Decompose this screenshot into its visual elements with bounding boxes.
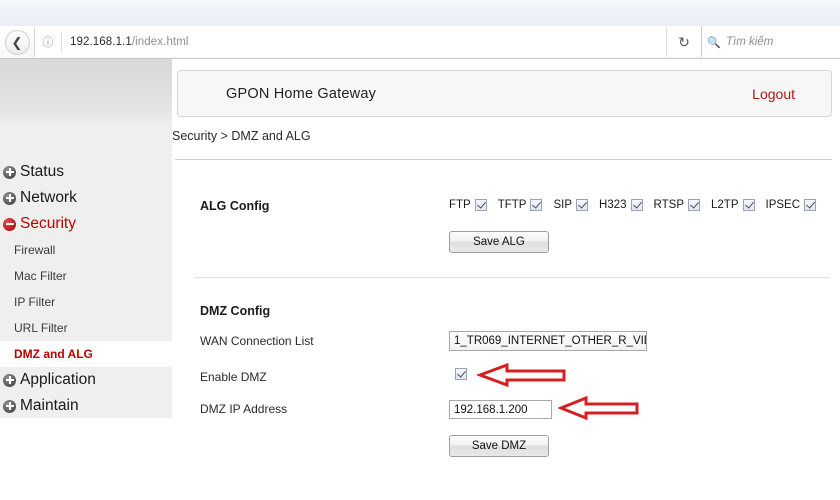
save-alg-button[interactable]: Save ALG <box>449 231 549 253</box>
alg-protocol-tftp[interactable]: TFTP <box>498 199 543 211</box>
sidebar-item-label: Security <box>20 215 76 232</box>
sidebar-item-label: Mac Filter <box>14 269 67 283</box>
alg-protocol-label: H323 <box>599 199 627 211</box>
sidebar-item-status[interactable]: Status <box>0 159 172 185</box>
url-host: 192.168.1.1 <box>70 36 132 48</box>
sidebar-item-mac-filter[interactable]: Mac Filter <box>0 263 172 289</box>
sidebar-item-ip-filter[interactable]: IP Filter <box>0 289 172 315</box>
address-bar-text: 192.168.1.1/index.html <box>62 36 189 48</box>
checkbox-enable-dmz[interactable] <box>455 368 467 380</box>
alg-protocol-checkbox-group: FTP TFTP SIP H323 RTSP L2TP IPSEC <box>449 199 817 211</box>
sidebar-item-dmz-and-alg[interactable]: DMZ and ALG <box>0 341 172 367</box>
back-button[interactable]: ❮ <box>2 27 32 57</box>
alg-protocol-label: FTP <box>449 199 471 211</box>
sidebar-item-label: Network <box>20 189 77 206</box>
enable-dmz-label: Enable DMZ <box>200 370 267 384</box>
browser-window: ❮ ⓘ 192.168.1.1/index.html ↻ 🔍 Tìm kiếm … <box>0 0 840 500</box>
wan-connection-list-value: 1_TR069_INTERNET_OTHER_R_VID_ <box>454 335 647 347</box>
address-bar[interactable]: ⓘ 192.168.1.1/index.html <box>34 27 666 57</box>
sidebar-item-url-filter[interactable]: URL Filter <box>0 315 172 341</box>
dmz-ip-address-input[interactable]: 192.168.1.200 <box>449 400 552 419</box>
sidebar-item-label: IP Filter <box>14 295 56 309</box>
alg-protocol-l2tp[interactable]: L2TP <box>711 199 755 211</box>
save-dmz-button[interactable]: Save DMZ <box>449 435 549 457</box>
alg-protocol-ipsec[interactable]: IPSEC <box>766 199 817 211</box>
sidebar-item-label: Maintain <box>20 397 79 414</box>
sidebar-item-label: Status <box>20 163 64 180</box>
alg-protocol-h323[interactable]: H323 <box>599 199 643 211</box>
info-icon[interactable]: ⓘ <box>35 34 61 50</box>
expand-plus-icon[interactable] <box>3 165 16 179</box>
alg-protocol-ftp[interactable]: FTP <box>449 199 487 211</box>
sidebar-item-firewall[interactable]: Firewall <box>0 237 172 263</box>
sidebar-item-network[interactable]: Network <box>0 185 172 211</box>
checkbox-rtsp[interactable] <box>688 199 700 211</box>
browser-tabstrip <box>0 0 840 27</box>
web-page: Status Network Security Firewall Mac Fil… <box>0 59 840 500</box>
alg-protocol-label: L2TP <box>711 199 739 211</box>
page-title: GPON Home Gateway <box>226 85 377 102</box>
dmz-ip-address-label: DMZ IP Address <box>200 402 288 416</box>
expand-plus-icon[interactable] <box>3 399 16 413</box>
section-divider <box>194 277 830 278</box>
expand-plus-icon[interactable] <box>3 373 16 387</box>
sidebar-item-maintain[interactable]: Maintain <box>0 393 172 419</box>
alg-protocol-rtsp[interactable]: RTSP <box>654 199 700 211</box>
collapse-minus-icon[interactable] <box>3 217 16 231</box>
reload-icon[interactable]: ↻ <box>666 27 701 57</box>
sidebar-item-label: DMZ and ALG <box>14 347 93 361</box>
sidebar-item-application[interactable]: Application <box>0 367 172 393</box>
alg-protocol-label: RTSP <box>653 199 684 211</box>
wan-connection-list-select[interactable]: 1_TR069_INTERNET_OTHER_R_VID_ ▼ <box>449 331 647 351</box>
checkbox-ipsec[interactable] <box>804 199 817 211</box>
alg-config-title: ALG Config <box>200 199 270 213</box>
search-icon: 🔍 <box>707 36 721 49</box>
sidebar-item-list: Status Network Security Firewall Mac Fil… <box>0 159 172 419</box>
logout-link[interactable]: Logout <box>752 86 831 102</box>
search-input-placeholder[interactable]: Tìm kiếm <box>726 36 773 48</box>
alg-protocol-label: TFTP <box>497 199 527 211</box>
checkbox-tftp[interactable] <box>530 199 543 211</box>
left-arrow-annotation-enable-dmz <box>477 363 566 387</box>
checkbox-h323[interactable] <box>630 199 643 211</box>
expand-plus-icon[interactable] <box>3 191 16 205</box>
browser-toolbar: ❮ ⓘ 192.168.1.1/index.html ↻ 🔍 Tìm kiếm <box>0 26 840 59</box>
main-content: GPON Home Gateway Logout Security > DMZ … <box>172 59 840 500</box>
url-path: /index.html <box>131 36 189 48</box>
dmz-config-title: DMZ Config <box>200 304 271 318</box>
sidebar-item-security[interactable]: Security <box>0 211 172 237</box>
sidebar-banner <box>0 59 172 127</box>
sidebar-nav: Status Network Security Firewall Mac Fil… <box>0 59 172 418</box>
back-arrow-icon: ❮ <box>4 29 30 55</box>
checkbox-ftp[interactable] <box>474 199 487 211</box>
wan-connection-list-label: WAN Connection List <box>200 334 314 348</box>
sidebar-item-label: Firewall <box>14 243 56 257</box>
alg-protocol-sip[interactable]: SIP <box>553 199 589 211</box>
checkbox-l2tp[interactable] <box>742 199 755 211</box>
alg-protocol-label: IPSEC <box>765 199 801 211</box>
header-divider <box>175 159 832 160</box>
sidebar-item-label: Application <box>20 371 96 388</box>
search-box[interactable]: 🔍 Tìm kiếm <box>701 27 840 57</box>
sidebar-item-label: URL Filter <box>14 321 68 335</box>
breadcrumb: Security > DMZ and ALG <box>172 129 311 143</box>
alg-protocol-label: SIP <box>553 199 573 211</box>
left-arrow-annotation-dmz-ip <box>558 396 639 420</box>
page-header: GPON Home Gateway Logout <box>177 70 832 117</box>
checkbox-sip[interactable] <box>576 199 589 211</box>
